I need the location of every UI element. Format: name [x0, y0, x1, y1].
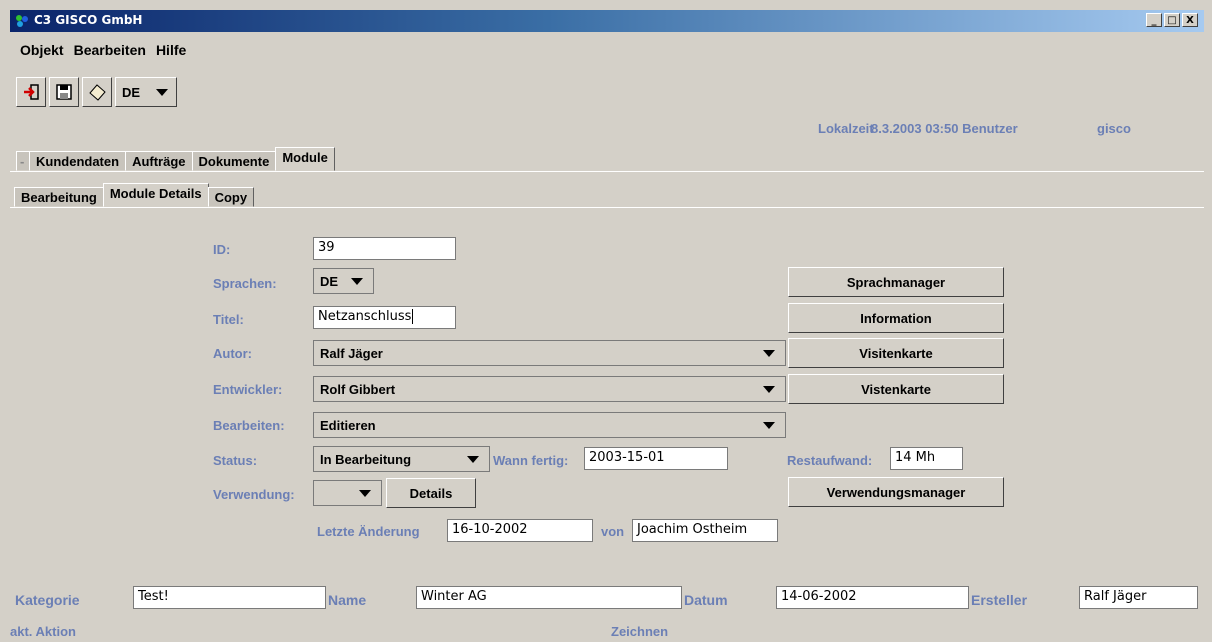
tab-dash[interactable]: - — [16, 151, 30, 171]
letzte-aenderung-field[interactable]: 16-10-2002 — [447, 519, 593, 542]
main-tab-divider — [10, 171, 1204, 172]
akt-aktion-label: akt. Aktion — [10, 624, 76, 639]
toolbar: DE — [16, 77, 177, 107]
tab-bearbeitung[interactable]: Bearbeitung — [14, 187, 104, 207]
sub-tab-divider — [10, 207, 1204, 208]
tab-module[interactable]: Module — [275, 147, 335, 171]
name-label: Name — [328, 592, 367, 608]
titel-value: Netzanschluss — [318, 309, 412, 324]
entwickler-value: Rolf Gibbert — [320, 381, 396, 397]
menu-hilfe[interactable]: Hilfe — [156, 42, 186, 58]
status-select[interactable]: In Bearbeitung — [313, 446, 490, 472]
title-bar: C3 GISCO GmbH _ □ X — [10, 10, 1204, 32]
aktion-value: Zeichnen — [611, 624, 669, 639]
entwickler-select[interactable]: Rolf Gibbert — [313, 376, 786, 402]
verwendungsmanager-button[interactable]: Verwendungsmanager — [788, 477, 1004, 507]
chevron-down-icon — [351, 277, 363, 285]
autor-label: Autor: — [213, 346, 252, 361]
sub-tab-bar: Bearbeitung Module Details Copy — [14, 183, 255, 207]
chevron-down-icon — [763, 421, 775, 429]
window-title: C3 GISCO GmbH — [34, 13, 143, 27]
kategorie-label: Kategorie — [15, 592, 80, 608]
datum-label: Datum — [684, 592, 728, 608]
erase-button[interactable] — [82, 77, 112, 107]
menu-bearbeiten[interactable]: Bearbeiten — [74, 42, 146, 58]
titel-field[interactable]: Netzanschluss — [313, 306, 456, 329]
wann-fertig-field[interactable]: 2003-15-01 — [584, 447, 728, 470]
tab-module-details[interactable]: Module Details — [102, 183, 209, 207]
datum-field[interactable]: 14-06-2002 — [776, 586, 969, 609]
sprachen-value: DE — [320, 273, 339, 289]
autor-value: Ralf Jäger — [320, 345, 383, 361]
id-field[interactable]: 39 — [313, 237, 456, 260]
toolbar-language-select[interactable]: DE — [115, 77, 177, 107]
save-icon — [56, 84, 72, 100]
application-window: C3 GISCO GmbH _ □ X Objekt Bearbeiten Hi… — [0, 0, 1212, 642]
chevron-down-icon — [156, 88, 168, 96]
status-value: In Bearbeitung — [320, 451, 412, 467]
verwendung-select[interactable] — [313, 480, 382, 506]
user-name: gisco — [1097, 121, 1131, 136]
restaufwand-label: Restaufwand: — [787, 453, 873, 468]
vistenkarte-button[interactable]: Vistenkarte — [788, 374, 1004, 404]
tab-kundendaten[interactable]: Kundendaten — [29, 151, 127, 171]
bearbeiten-value: Editieren — [320, 417, 376, 433]
text-caret — [412, 309, 414, 324]
id-label: ID: — [213, 242, 231, 257]
von-label: von — [601, 524, 625, 539]
minimize-button[interactable]: _ — [1146, 13, 1162, 27]
toolbar-language-value: DE — [122, 84, 141, 100]
letzte-aenderung-label: Letzte Änderung — [317, 524, 420, 539]
lokalzeit-label: Lokalzeit — [818, 121, 874, 136]
details-button[interactable]: Details — [386, 478, 476, 508]
maximize-button[interactable]: □ — [1164, 13, 1180, 27]
tab-auftraege[interactable]: Aufträge — [125, 151, 193, 171]
ersteller-field[interactable]: Ralf Jäger — [1079, 586, 1198, 609]
sprachen-label: Sprachen: — [213, 276, 277, 291]
tab-copy[interactable]: Copy — [207, 187, 255, 207]
entwickler-label: Entwickler: — [213, 382, 283, 397]
ersteller-label: Ersteller — [971, 592, 1028, 608]
name-field[interactable]: Winter AG — [416, 586, 682, 609]
save-button[interactable] — [49, 77, 79, 107]
menu-objekt[interactable]: Objekt — [20, 42, 64, 58]
chevron-down-icon — [763, 349, 775, 357]
close-button[interactable]: X — [1182, 13, 1198, 27]
autor-select[interactable]: Ralf Jäger — [313, 340, 786, 366]
kategorie-field[interactable]: Test! — [133, 586, 326, 609]
sprachmanager-button[interactable]: Sprachmanager — [788, 267, 1004, 297]
tab-dokumente[interactable]: Dokumente — [191, 151, 277, 171]
menu-bar: Objekt Bearbeiten Hilfe — [20, 42, 186, 58]
erase-icon — [89, 84, 106, 101]
wann-fertig-label: Wann fertig: — [493, 453, 569, 468]
datetime-user-label: 8.3.2003 03:50 Benutzer — [871, 121, 1018, 136]
exit-icon — [24, 84, 39, 100]
chevron-down-icon — [763, 385, 775, 393]
restaufwand-field[interactable]: 14 Mh — [890, 447, 963, 470]
visitenkarte-button[interactable]: Visitenkarte — [788, 338, 1004, 368]
chevron-down-icon — [359, 489, 371, 497]
information-button[interactable]: Information — [788, 303, 1004, 333]
verwendung-label: Verwendung: — [213, 487, 295, 502]
von-field[interactable]: Joachim Ostheim — [632, 519, 778, 542]
chevron-down-icon — [467, 455, 479, 463]
status-label: Status: — [213, 453, 258, 468]
main-tab-bar: - Kundendaten Aufträge Dokumente Module — [16, 147, 335, 171]
bearbeiten-label: Bearbeiten: — [213, 418, 285, 433]
bearbeiten-select[interactable]: Editieren — [313, 412, 786, 438]
titel-label: Titel: — [213, 312, 244, 327]
exit-button[interactable] — [16, 77, 46, 107]
app-logo-icon — [16, 15, 28, 27]
sprachen-select[interactable]: DE — [313, 268, 374, 294]
